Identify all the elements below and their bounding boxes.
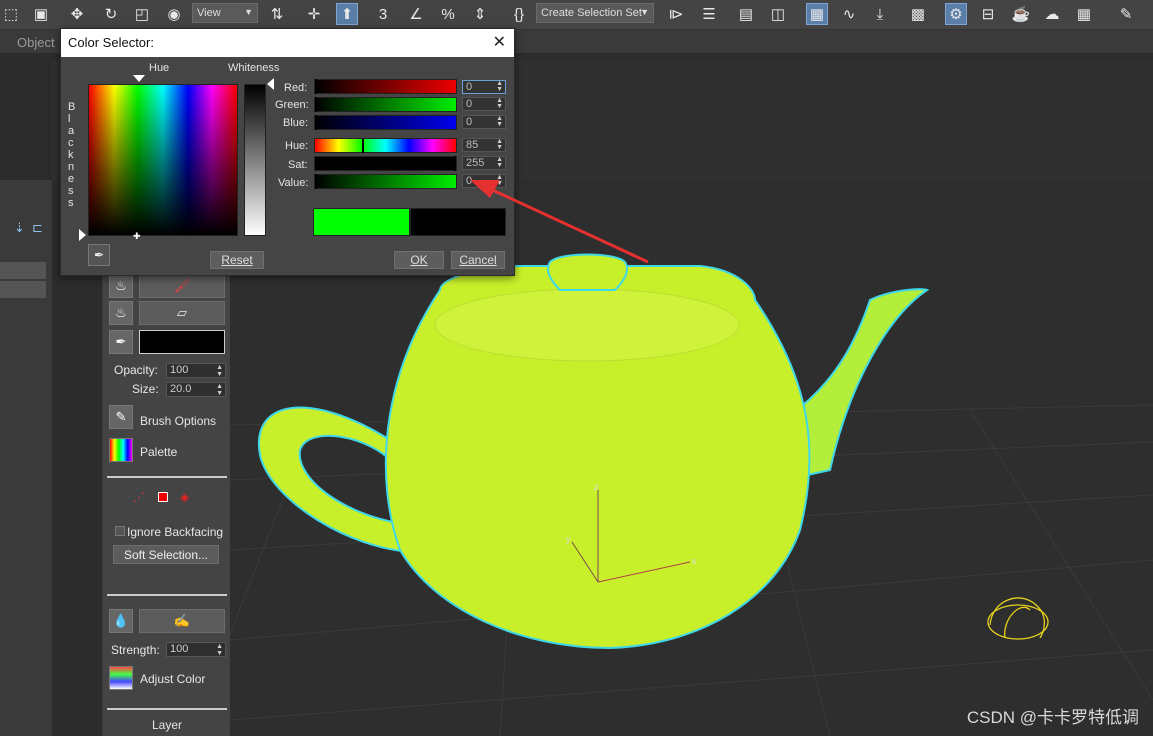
arrow-head-icon bbox=[470, 180, 500, 198]
arrow-line bbox=[487, 186, 649, 264]
annotation-arrow bbox=[470, 180, 649, 264]
app-window: ⬚ ▣ ✥ ↻ ◰ ◉ View ▼ ⇅ ✛ ⬆ 3 ∠ % ⇕ {} Crea… bbox=[0, 0, 1153, 736]
watermark: CSDN @卡卡罗特低调 bbox=[966, 708, 1139, 727]
